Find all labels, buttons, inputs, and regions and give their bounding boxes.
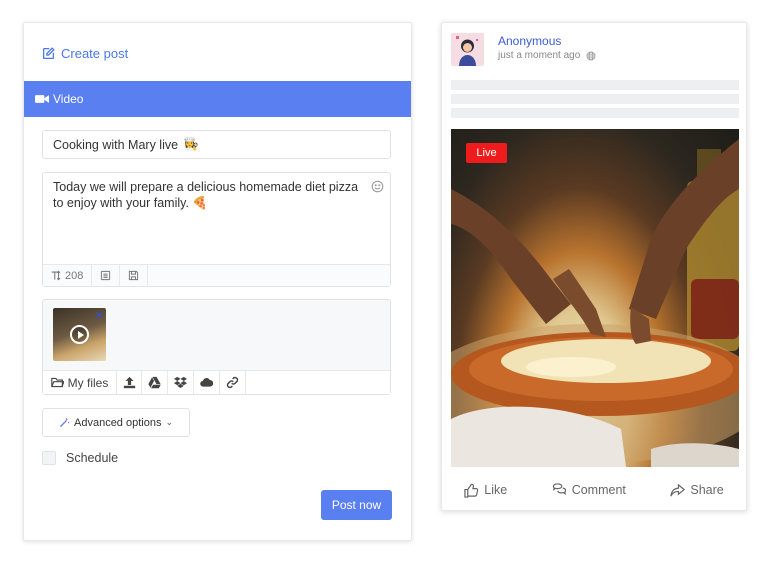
dropbox-button[interactable] <box>168 371 194 394</box>
tab-video[interactable]: Video <box>24 81 411 117</box>
text-placeholder-line <box>451 80 739 90</box>
tab-video-label: Video <box>53 92 84 106</box>
share-label: Share <box>690 483 724 497</box>
post-actions: Like Comment Share <box>442 477 746 503</box>
remove-icon[interactable]: ✕ <box>95 309 104 322</box>
advanced-options-button[interactable]: Advanced options ⌄ <box>42 408 190 437</box>
like-label: Like <box>484 483 508 497</box>
post-time-text: just a moment ago <box>498 50 581 61</box>
video-camera-icon <box>35 95 49 103</box>
cook-emoji: 👩‍🍳 <box>183 137 199 151</box>
comment-button[interactable]: Comment <box>552 482 626 498</box>
live-video-preview[interactable] <box>451 129 739 467</box>
magic-wand-icon <box>59 417 70 428</box>
char-count: 208 <box>65 269 84 282</box>
folder-open-icon <box>50 377 64 388</box>
schedule-toggle[interactable]: Schedule <box>42 450 118 466</box>
text-placeholder-line <box>451 94 739 104</box>
chevron-down-icon: ⌄ <box>165 417 173 427</box>
video-thumbnail[interactable]: ✕ <box>53 308 106 361</box>
list-icon <box>101 270 111 281</box>
cloud-icon <box>200 378 213 387</box>
post-composer: Create post Video Cooking with Mary live… <box>23 22 412 541</box>
post-title-input[interactable]: Cooking with Mary live 👩‍🍳 <box>42 130 391 159</box>
text-format-button[interactable] <box>92 264 121 287</box>
google-drive-button[interactable] <box>142 371 168 394</box>
live-badge: Live <box>466 143 507 163</box>
google-drive-icon <box>148 376 161 389</box>
char-counter: 208 <box>43 264 93 287</box>
save-icon <box>129 270 139 281</box>
advanced-options-label: Advanced options <box>74 416 162 429</box>
user-avatar-illustration <box>456 36 478 66</box>
comments-icon <box>552 482 566 495</box>
thumbs-up-icon <box>464 483 479 498</box>
share-icon <box>670 483 686 496</box>
link-icon <box>226 376 239 389</box>
smiley-icon[interactable] <box>371 180 384 193</box>
text-placeholder-line <box>451 108 739 118</box>
edit-icon <box>42 46 55 59</box>
share-button[interactable]: Share <box>670 483 724 498</box>
link-button[interactable] <box>220 371 246 394</box>
play-icon <box>70 325 89 344</box>
pizza-photo <box>451 139 739 467</box>
my-files-button[interactable]: My files <box>43 371 117 394</box>
post-now-button[interactable]: Post now <box>321 490 392 520</box>
media-toolbar: My files <box>43 370 390 394</box>
dropbox-icon <box>174 376 187 389</box>
my-files-label: My files <box>67 375 109 390</box>
save-draft-button[interactable] <box>120 264 149 287</box>
create-post-label: Create post <box>61 45 129 61</box>
cloud-button[interactable] <box>194 371 220 394</box>
post-description-field[interactable]: Today we will prepare a delicious homema… <box>42 172 391 287</box>
user-name[interactable]: Anonymous <box>498 34 561 48</box>
post-title-value: Cooking with Mary live <box>53 137 179 152</box>
schedule-label: Schedule <box>66 451 119 465</box>
avatar <box>451 33 484 66</box>
text-height-icon <box>51 270 61 281</box>
post-preview: Anonymous just a moment ago Live Like Co… <box>441 22 747 511</box>
upload-button[interactable] <box>117 371 142 394</box>
like-button[interactable]: Like <box>464 483 507 498</box>
upload-icon <box>123 376 135 389</box>
description-toolbar: 208 <box>43 264 390 287</box>
globe-icon <box>586 51 596 60</box>
schedule-checkbox[interactable] <box>42 451 56 465</box>
comment-label: Comment <box>571 483 626 497</box>
media-attachments: ✕ My files <box>42 299 391 395</box>
post-timestamp: just a moment ago <box>498 50 596 61</box>
post-description-value: Today we will prepare a delicious homema… <box>53 180 359 210</box>
create-post-header[interactable]: Create post <box>42 44 128 62</box>
